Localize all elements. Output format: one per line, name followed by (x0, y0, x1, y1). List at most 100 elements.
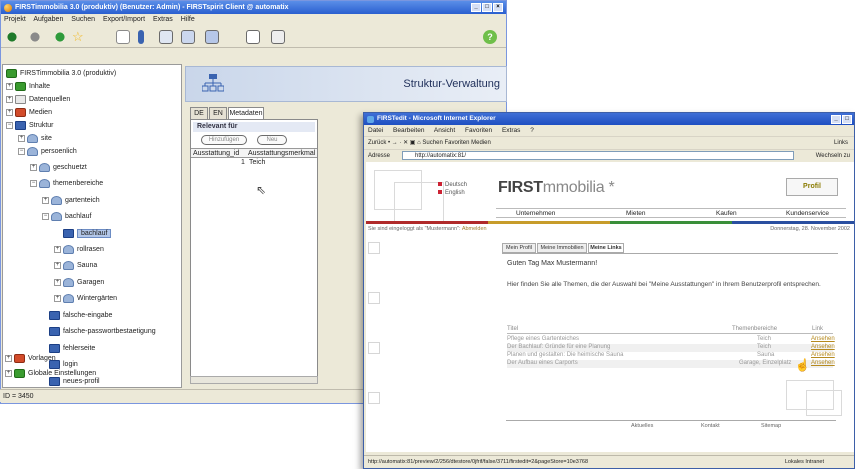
collapse-icon[interactable]: − (30, 179, 37, 187)
tree-globale-einstellungen[interactable]: + Globale Einstellungen (5, 367, 96, 380)
menu-projekt[interactable]: Projekt (4, 16, 26, 23)
expand-icon[interactable]: + (6, 108, 13, 116)
tree-themenbereiche[interactable]: − themenbereiche (30, 177, 103, 190)
tree-falsche-passwortbestaetigung[interactable]: falsche-passwortbestaetigung (49, 325, 156, 338)
menu-extras[interactable]: Extras (502, 127, 520, 134)
logout-link[interactable]: Abmelden (462, 226, 487, 232)
tree-falsche-eingabe[interactable]: falsche-eingabe (49, 309, 112, 322)
maximize-icon[interactable]: □ (842, 115, 852, 124)
tree-bachlauf-folder[interactable]: − bachlauf (42, 210, 91, 223)
check-icon[interactable] (246, 30, 260, 44)
tree-garagen[interactable]: + Garagen (54, 276, 104, 289)
expand-icon[interactable]: + (5, 354, 12, 362)
expand-icon[interactable]: + (54, 278, 61, 286)
tab-meine-immobilien[interactable]: Meine Immobilien (537, 243, 587, 253)
new-button[interactable]: Neu (257, 135, 287, 145)
view-link[interactable]: Ansehen (811, 352, 835, 358)
view-link[interactable]: Ansehen (811, 344, 835, 350)
forward-icon[interactable] (28, 30, 42, 44)
tree-datenquellen[interactable]: + Datenquellen (6, 93, 70, 106)
footer-aktuelles[interactable]: Aktuelles (631, 423, 653, 429)
expand-icon[interactable]: + (6, 82, 13, 90)
back-icon[interactable] (5, 30, 19, 44)
tree-wintergaerten[interactable]: + Wintergärten (54, 292, 117, 305)
tree-sauna[interactable]: + Sauna (54, 259, 97, 272)
tab-en[interactable]: EN (209, 107, 227, 119)
collapse-icon[interactable]: − (6, 121, 13, 129)
expand-icon[interactable]: + (30, 163, 37, 171)
tree-vorlagen[interactable]: + Vorlagen (5, 352, 56, 365)
menu-export-import[interactable]: Export/Import (103, 16, 145, 23)
tree-struktur[interactable]: − Struktur (6, 119, 54, 132)
tab-meine-links[interactable]: Meine Links (588, 243, 624, 253)
menu-hilfe[interactable]: Hilfe (181, 16, 195, 23)
table-row[interactable]: 1 Teich (191, 158, 317, 167)
expand-icon[interactable]: + (54, 245, 61, 253)
tree-inhalte[interactable]: + Inhalte (6, 80, 50, 93)
horizontal-scrollbar[interactable] (190, 376, 318, 384)
expand-icon[interactable]: + (18, 134, 25, 142)
favorites-star-icon[interactable]: ☆ (72, 30, 86, 44)
w1-title-bar[interactable]: FIRSTimmobilia 3.0 (produktiv) (Benutzer… (1, 1, 506, 14)
metadata-panel: Relevant für Hinzufügen Neu Ausstattung_… (190, 119, 318, 377)
menu-aufgaben[interactable]: Aufgaben (33, 16, 63, 23)
nav-unternehmen[interactable]: Unternehmen (516, 209, 555, 218)
expand-icon[interactable]: + (42, 196, 49, 204)
help-icon[interactable]: ? (483, 30, 497, 44)
tree-medien[interactable]: + Medien (6, 106, 52, 119)
window-icon[interactable] (205, 30, 219, 44)
minimize-icon[interactable]: _ (831, 115, 841, 124)
view-link[interactable]: Ansehen (811, 360, 835, 366)
tree-gartenteich[interactable]: + gartenteich (42, 194, 100, 207)
expand-icon[interactable]: + (54, 261, 61, 269)
tree-rollrasen[interactable]: + rollrasen (54, 243, 104, 256)
footer-kontakt[interactable]: Kontakt (701, 423, 720, 429)
go-button[interactable]: Wechseln zu (816, 150, 850, 162)
tab-metadaten[interactable]: Metadaten (228, 107, 264, 119)
tree-persoenlich[interactable]: − persoenlich (18, 145, 77, 158)
collapse-icon[interactable]: − (42, 212, 49, 220)
profil-badge[interactable]: Profil (786, 178, 838, 196)
refresh-icon[interactable] (53, 30, 67, 44)
nav-buttons[interactable]: Zurück • → · ✕ ▣ ⌂ Suchen Favoriten Medi… (368, 140, 491, 146)
nav-kaufen[interactable]: Kaufen (716, 209, 737, 218)
menu-extras[interactable]: Extras (153, 16, 173, 23)
footer-sitemap[interactable]: Sitemap (761, 423, 781, 429)
tree-root[interactable]: FIRSTimmobilia 3.0 (produktiv) (6, 67, 116, 80)
tab-de[interactable]: DE (190, 107, 208, 119)
tree-site[interactable]: + site (18, 132, 52, 145)
expand-icon[interactable]: + (5, 369, 12, 377)
w2-title-bar[interactable]: FIRSTedit - Microsoft Internet Explorer … (364, 113, 854, 125)
save-icon[interactable] (159, 30, 173, 44)
expand-icon[interactable]: + (6, 95, 13, 103)
col-ausstattung-id[interactable]: Ausstattung_id (193, 149, 239, 158)
nav-kundenservice[interactable]: Kundenservice (786, 209, 829, 218)
print-icon[interactable] (271, 30, 285, 44)
col-ausstattungsmerkmal[interactable]: Ausstattungsmerkmal (248, 149, 315, 158)
tree-fehlerseite[interactable]: fehlerseite (49, 342, 95, 355)
expand-icon[interactable]: + (54, 294, 61, 302)
menu-datei[interactable]: Datei (368, 127, 383, 134)
minimize-icon[interactable]: _ (471, 3, 481, 12)
menu-help[interactable]: ? (530, 127, 534, 134)
address-input[interactable]: http://automatix:81/ (402, 151, 794, 160)
close-icon[interactable]: × (493, 3, 503, 12)
collapse-icon[interactable]: − (18, 147, 25, 155)
lang-english[interactable]: English (438, 190, 465, 196)
tab-mein-profil[interactable]: Mein Profil (502, 243, 536, 253)
new-page-icon[interactable] (116, 30, 130, 44)
view-link[interactable]: Ansehen (811, 336, 835, 342)
menu-bearbeiten[interactable]: Bearbeiten (393, 127, 424, 134)
tree-geschuetzt[interactable]: + geschuetzt (30, 161, 87, 174)
tree-bachlauf-page[interactable]: bachlauf (63, 227, 112, 240)
menu-ansicht[interactable]: Ansicht (434, 127, 455, 134)
split-icon[interactable] (138, 30, 144, 44)
add-button[interactable]: Hinzufügen (201, 135, 247, 145)
lang-deutsch[interactable]: Deutsch (438, 182, 467, 188)
preview-icon[interactable] (181, 30, 195, 44)
menu-suchen[interactable]: Suchen (71, 16, 95, 23)
maximize-icon[interactable]: □ (482, 3, 492, 12)
nav-mieten[interactable]: Mieten (626, 209, 646, 218)
intro-text: Hier finden Sie alle Themen, die der Aus… (507, 281, 821, 288)
menu-favoriten[interactable]: Favoriten (465, 127, 492, 134)
